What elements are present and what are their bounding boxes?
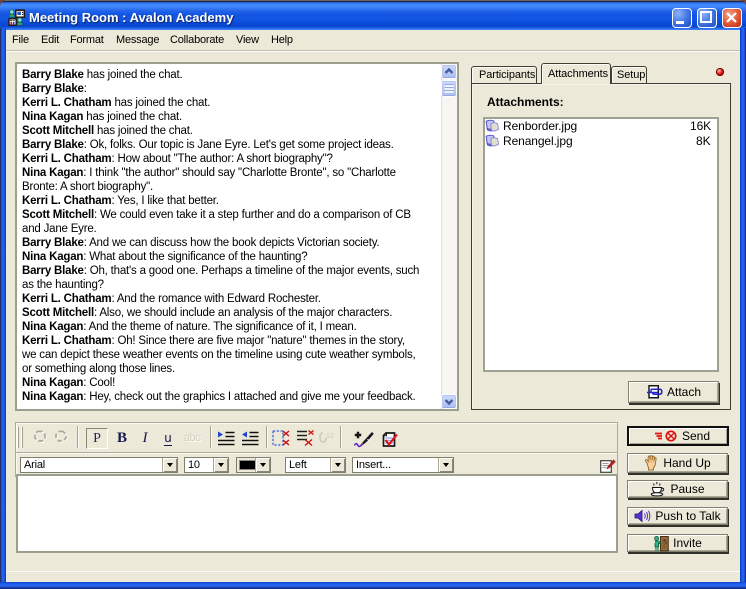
svg-text:12: 12 (326, 433, 334, 440)
